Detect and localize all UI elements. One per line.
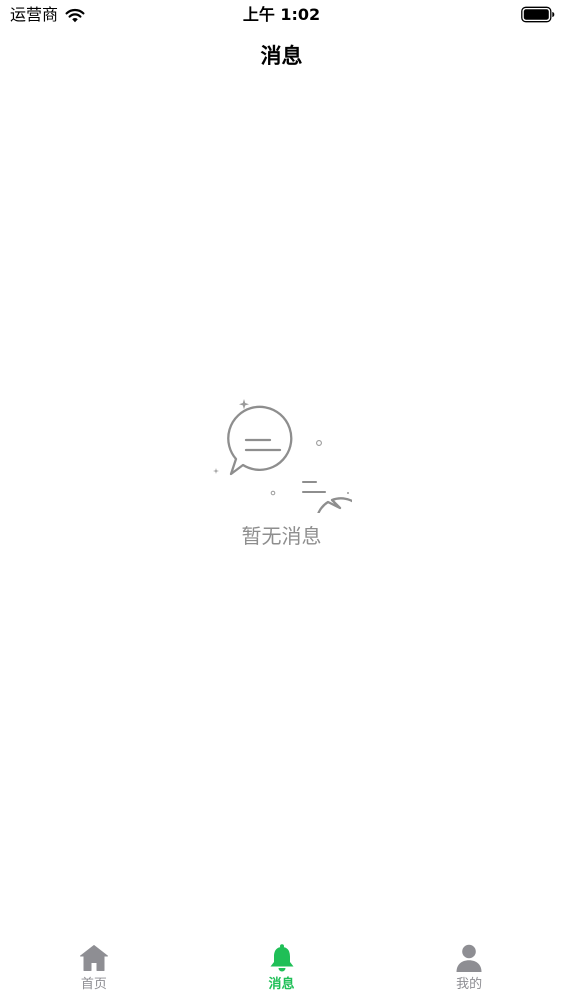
tab-messages[interactable]: 消息 (188, 936, 376, 1000)
tab-bar: 首页 消息 我的 (0, 936, 563, 1000)
bell-icon (270, 944, 293, 972)
tab-home-label: 首页 (80, 977, 107, 992)
person-icon (456, 944, 482, 972)
tab-messages-label: 消息 (268, 977, 295, 992)
home-icon (79, 945, 108, 971)
messages-screen: 运营商 上午 1:02 消息 暂无消息 首页 消息 我的 (0, 0, 563, 1000)
tab-home[interactable]: 首页 (0, 936, 188, 1000)
battery-full-icon (521, 6, 555, 23)
status-bar: 运营商 上午 1:02 (0, 0, 563, 30)
empty-state-text: 暂无消息 (241, 524, 322, 548)
status-time: 上午 1:02 (242, 5, 321, 24)
tab-profile[interactable]: 我的 (375, 936, 563, 1000)
tab-profile-label: 我的 (456, 977, 483, 992)
chat-bubbles-icon (213, 399, 352, 513)
page-title: 消息 (260, 44, 303, 68)
